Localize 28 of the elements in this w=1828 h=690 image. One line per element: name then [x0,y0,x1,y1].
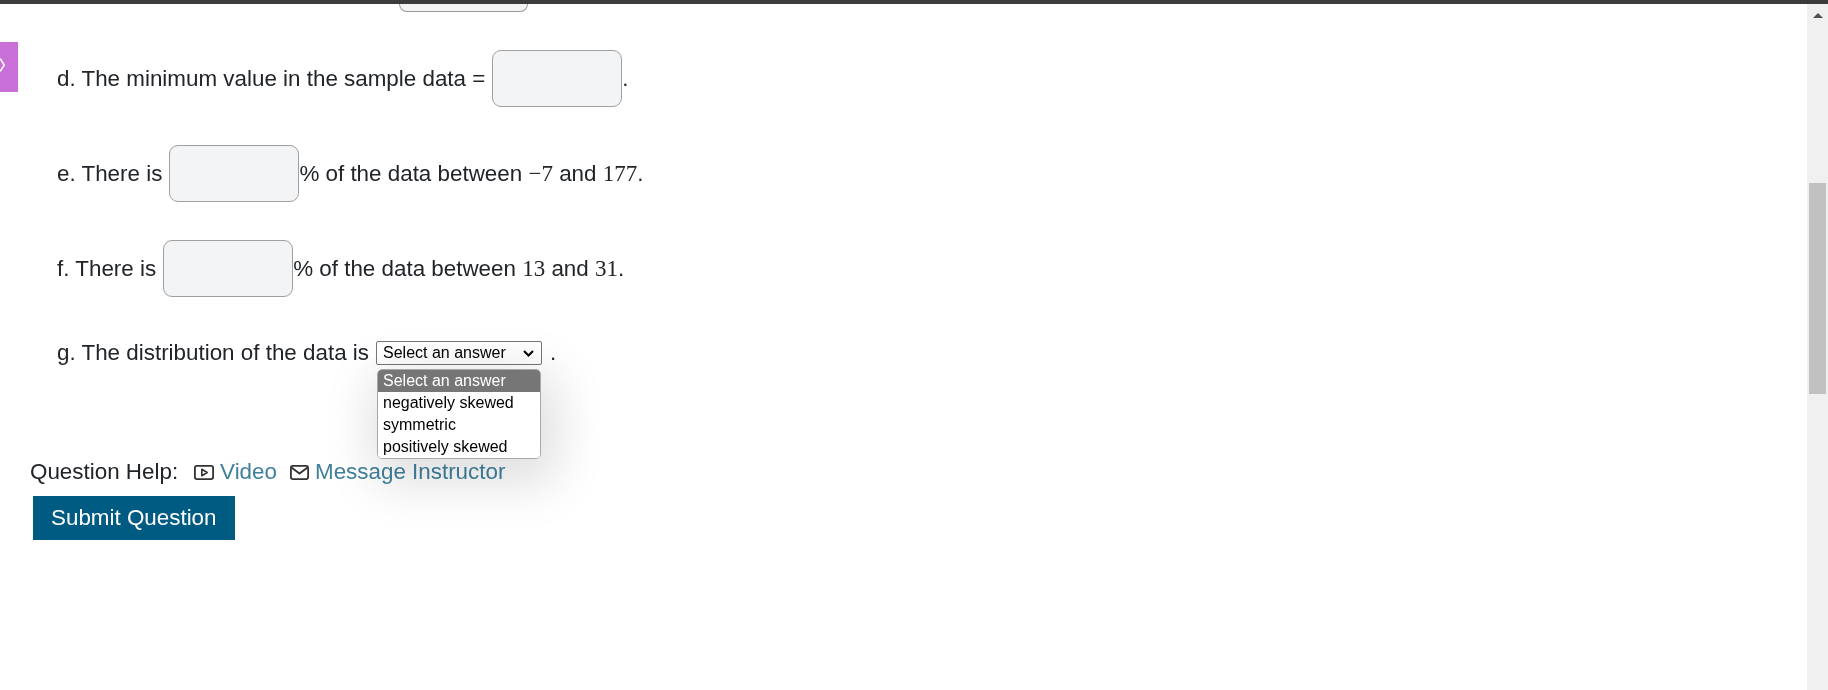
answer-field[interactable] [169,145,300,202]
dropdown-option[interactable]: Select an answer [378,370,540,392]
question-label: g. The distribution of the data is [57,339,369,368]
envelope-icon [290,464,309,480]
question-label: d. The minimum value in the sample data = [57,64,486,93]
dropdown-option[interactable]: symmetric [378,414,540,436]
answer-field[interactable] [399,4,528,12]
question-label: e. There is [57,159,163,188]
side-tab[interactable] [0,42,18,92]
dropdown-option[interactable]: negatively skewed [378,392,540,414]
period-text: . [622,64,629,93]
dropdown-option[interactable]: positively skewed [378,436,540,458]
chevron-icon [0,58,5,72]
message-link[interactable]: Message Instructor [290,457,506,487]
period-text: . [550,339,557,368]
answer-field[interactable] [492,50,623,107]
question-text: % of the data between −7 and 177. [299,159,644,188]
question-label: f. There is [57,254,157,283]
chevron-down-icon [523,349,534,357]
submit-button[interactable]: Submit Question [33,496,235,540]
help-label: Question Help: [30,458,179,487]
video-icon [194,464,215,480]
answer-field[interactable] [163,240,294,297]
scrollbar-thumb[interactable] [1809,183,1826,394]
answer-select[interactable]: Select an answer [376,341,542,365]
scroll-up-icon[interactable] [1812,13,1823,18]
question-text: % of the data between 13 and 31. [293,254,625,283]
video-link[interactable]: Video [194,457,277,487]
